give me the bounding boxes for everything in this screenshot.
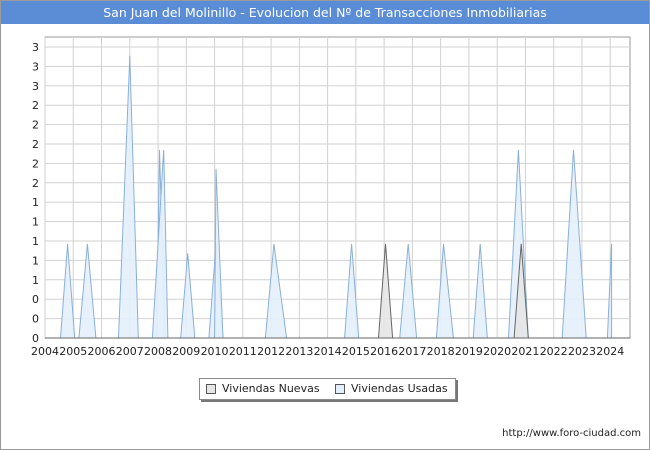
- x-tick-label: 2010: [201, 345, 229, 358]
- x-tick-label: 2011: [229, 345, 257, 358]
- y-tick-label: 1: [32, 254, 39, 267]
- x-tick-label: 2023: [568, 345, 596, 358]
- legend-swatch-nuevas: [206, 384, 216, 394]
- y-tick-label: 1: [32, 216, 39, 229]
- y-tick-label: 2: [32, 138, 39, 151]
- x-tick-label: 2020: [483, 345, 511, 358]
- y-tick-label: 2: [32, 99, 39, 112]
- chart-svg: 0 0 0 1 1 1 1 1 2 2 2 2 2 3 3 3 2004 2005 2006 2007 2008 2009…: [31, 36, 631, 358]
- y-tick-label: 2: [32, 157, 39, 170]
- y-tick-label: 3: [32, 60, 39, 73]
- x-tick-label: 2019: [455, 345, 483, 358]
- x-tick-label: 2018: [427, 345, 455, 358]
- x-tick-label: 2005: [59, 345, 87, 358]
- x-tick-label: 2024: [596, 345, 624, 358]
- legend-label-usadas: Viviendas Usadas: [351, 382, 448, 395]
- x-tick-label: 2016: [370, 345, 398, 358]
- y-tick-label: 1: [32, 196, 39, 209]
- x-tick-label: 2021: [511, 345, 539, 358]
- x-tick-label: 2013: [285, 345, 313, 358]
- x-tick-label: 2014: [314, 345, 342, 358]
- x-tick-label: 2012: [257, 345, 285, 358]
- x-tick-label: 2009: [172, 345, 200, 358]
- x-tick-label: 2022: [540, 345, 568, 358]
- y-tick-label: 3: [32, 41, 39, 54]
- legend: Viviendas Nuevas Viviendas Usadas: [199, 378, 456, 400]
- y-tick-label: 1: [32, 274, 39, 287]
- y-tick-label: 0: [32, 293, 39, 306]
- x-tick-label: 2015: [342, 345, 370, 358]
- y-tick-label: 3: [32, 80, 39, 93]
- chart-frame: San Juan del Molinillo - Evolucion del N…: [0, 0, 650, 450]
- legend-label-nuevas: Viviendas Nuevas: [222, 382, 320, 395]
- legend-swatch-usadas: [335, 384, 345, 394]
- y-tick-label: 0: [32, 313, 39, 326]
- y-tick-label: 2: [32, 119, 39, 132]
- x-tick-label: 2007: [116, 345, 144, 358]
- y-tick-label: 1: [32, 235, 39, 248]
- y-tick-label: 0: [32, 332, 39, 345]
- source-link[interactable]: http://www.foro-ciudad.com: [502, 428, 641, 439]
- x-tick-label: 2017: [398, 345, 426, 358]
- x-tick-label: 2006: [88, 345, 116, 358]
- y-tick-label: 2: [32, 177, 39, 190]
- x-tick-label: 2004: [31, 345, 59, 358]
- x-tick-label: 2008: [144, 345, 172, 358]
